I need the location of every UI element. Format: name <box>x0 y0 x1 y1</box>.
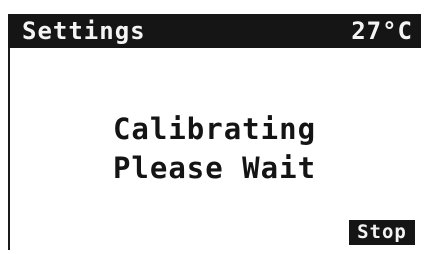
temperature-readout: 27°C <box>351 17 413 45</box>
stop-button[interactable]: Stop <box>349 220 415 245</box>
status-message: Calibrating Please Wait <box>8 110 421 188</box>
device-screen: Settings 27°C Calibrating Please Wait St… <box>0 0 432 254</box>
page-title: Settings <box>22 17 146 45</box>
status-message-line-1: Calibrating <box>112 112 317 146</box>
header-bar: Settings 27°C <box>8 14 421 48</box>
status-message-line-2: Please Wait <box>112 151 317 185</box>
